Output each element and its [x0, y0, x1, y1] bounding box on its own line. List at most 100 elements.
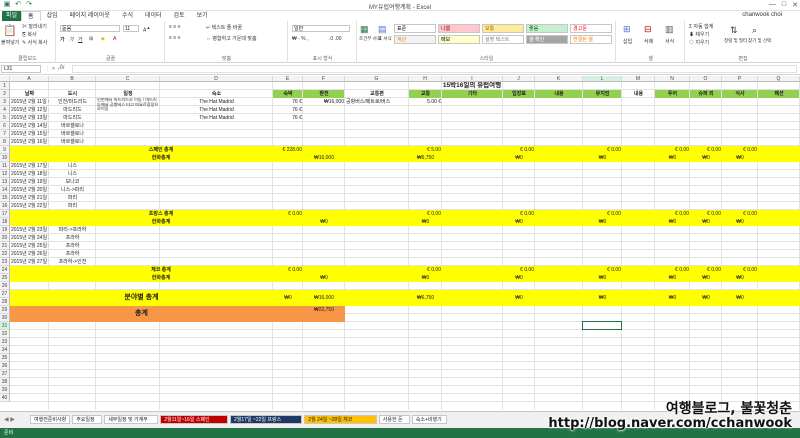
czech_total-super[interactable]: € 0.00: [690, 266, 722, 274]
rows_spain-hotel[interactable]: [160, 138, 273, 146]
formula-input[interactable]: [72, 65, 797, 73]
rows_spain-city[interactable]: 마드리드: [49, 106, 96, 114]
czech_total-lodging[interactable]: € 0.00: [273, 266, 303, 274]
row-header-20[interactable]: 20: [0, 234, 10, 242]
rows_spain-date[interactable]: 2015년 2월 14일 토요일: [10, 122, 49, 130]
sheet-tab-5[interactable]: 2월17일 ~22일 프랑스: [230, 415, 303, 424]
header-3[interactable]: 일정: [96, 90, 160, 98]
sheet-nav-arrows[interactable]: ◀ ▶: [4, 416, 15, 423]
cell-style-4[interactable]: 좋음: [526, 24, 568, 33]
spain_krw-label[interactable]: 한화총계: [49, 154, 273, 162]
row-header-4[interactable]: 4: [0, 106, 10, 114]
font-size-select[interactable]: 11: [123, 25, 139, 32]
format-cells-icon[interactable]: ▥: [665, 24, 674, 35]
header-13[interactable]: 내용: [622, 90, 655, 98]
rows_czech-city[interactable]: 프라하->인천: [49, 258, 96, 266]
header-8[interactable]: 교통: [409, 90, 442, 98]
france_krw-super[interactable]: ₩0: [690, 218, 722, 226]
france_krw-exchange[interactable]: ₩0: [303, 218, 345, 226]
rows_spain-hotel[interactable]: The Hat Madrid: [160, 106, 273, 114]
restore-button[interactable]: □: [782, 1, 786, 9]
czech_total-admission[interactable]: € 0.00: [503, 266, 535, 274]
spain_total-museum[interactable]: € 0.00: [583, 146, 622, 154]
tab-formulas[interactable]: 수식: [116, 11, 139, 21]
rows_france-city[interactable]: 니스: [49, 162, 96, 170]
grand-total-value[interactable]: ₩22,750: [303, 306, 345, 314]
align-center-icon[interactable]: ≡ ≡ ≡: [169, 35, 181, 41]
header-10[interactable]: 입장료: [503, 90, 535, 98]
rows_spain-hotel[interactable]: [160, 122, 273, 130]
row3-transport[interactable]: 5.00 €: [409, 98, 442, 114]
row-header-28[interactable]: 28: [0, 298, 10, 306]
header-15[interactable]: 슈퍼 외: [690, 90, 722, 98]
cell-style-7[interactable]: 메모: [438, 35, 480, 44]
rows_spain-lodging[interactable]: 76 €: [273, 106, 303, 114]
spain_krw-museum[interactable]: ₩0: [583, 154, 622, 162]
spain_total-tour[interactable]: € 0.00: [655, 146, 690, 154]
czech_krw-tour[interactable]: ₩0: [655, 274, 690, 282]
france_krw-admission[interactable]: ₩0: [503, 218, 535, 226]
row-header-6[interactable]: 6: [0, 122, 10, 130]
row-header-11[interactable]: 11: [0, 162, 10, 170]
france_krw-meal[interactable]: ₩0: [722, 218, 758, 226]
spain_krw-transport[interactable]: ₩6,750: [409, 154, 442, 162]
sheet-tab-4[interactable]: 2월11일~16일 스페인: [160, 415, 228, 424]
italic-icon[interactable]: 가: [69, 36, 74, 43]
row-header-18[interactable]: 18: [0, 218, 10, 226]
category-total-meal[interactable]: ₩0: [722, 290, 758, 306]
row-header-21[interactable]: 21: [0, 242, 10, 250]
rows_spain-lodging[interactable]: [273, 138, 303, 146]
category-total-lodging[interactable]: ₩0: [273, 290, 303, 306]
header-4[interactable]: 숙소: [160, 90, 273, 98]
column-header-n[interactable]: N: [655, 76, 690, 82]
delete-cells-button[interactable]: 삭제: [644, 38, 653, 45]
czech_total-transport[interactable]: € 0.00: [409, 266, 442, 274]
rows_france-date[interactable]: 2015년 2월 19일 목요일: [10, 178, 49, 186]
rows_france-date[interactable]: 2015년 2월 22일 일요일: [10, 202, 49, 210]
row3-transport-mode[interactable]: 공항버스/메트로/버스: [345, 98, 409, 114]
column-header-o[interactable]: O: [690, 76, 722, 82]
row-header-16[interactable]: 16: [0, 202, 10, 210]
cell-style-1[interactable]: 표준: [394, 24, 436, 33]
name-box[interactable]: L31: [1, 65, 41, 73]
row-header-33[interactable]: 33: [0, 338, 10, 346]
cut-button[interactable]: ✂ 잘라내기: [22, 23, 47, 30]
row-header-24[interactable]: 24: [0, 266, 10, 274]
rows_czech-city[interactable]: 프라하: [49, 242, 96, 250]
spain_krw-admission[interactable]: ₩0: [503, 154, 535, 162]
rows_france-city[interactable]: 니스: [49, 170, 96, 178]
column-header-b[interactable]: B: [49, 76, 96, 82]
rows_spain-lodging[interactable]: [273, 130, 303, 138]
fill-button[interactable]: ⬇ 채우기: [689, 31, 709, 38]
category-total-admission[interactable]: ₩0: [503, 290, 535, 306]
spain_total-admission[interactable]: € 0.00: [503, 146, 535, 154]
spain_krw-tour[interactable]: ₩0: [655, 154, 690, 162]
spain_total-transport[interactable]: € 5.00: [409, 146, 442, 154]
rows_czech-city[interactable]: 파리->프라하: [49, 226, 96, 234]
spain_total-label[interactable]: 스페인 총계: [49, 146, 273, 154]
row-header-23[interactable]: 23: [0, 258, 10, 266]
row-header-2[interactable]: 2: [0, 90, 10, 98]
table-format-icon[interactable]: ▤: [378, 24, 387, 35]
rows_czech-date[interactable]: 2015년 2월 24일 화요일: [10, 234, 49, 242]
rows_spain-hotel[interactable]: The Hat Madrid: [160, 114, 273, 122]
row-header-14[interactable]: 14: [0, 186, 10, 194]
find-select-icon[interactable]: ⌕: [752, 25, 757, 36]
row-header-31[interactable]: 31: [0, 322, 10, 330]
category-total-label[interactable]: 분야별 총계: [10, 290, 273, 306]
rows_spain-city[interactable]: 바르셀로나: [49, 130, 96, 138]
border-icon[interactable]: ⊞: [89, 36, 93, 42]
row-header-9[interactable]: 9: [0, 146, 10, 154]
sort-filter-button[interactable]: 정렬 및 필터: [724, 38, 747, 44]
wrap-text-button[interactable]: ↵ 텍스트 줄 바꿈: [206, 24, 242, 31]
delete-cells-icon[interactable]: ⊟: [644, 24, 652, 35]
rows_czech-date[interactable]: 2015년 2월 27일 금요일: [10, 258, 49, 266]
rows_spain-date[interactable]: 2015년 2월 15일 일요일: [10, 130, 49, 138]
header-14[interactable]: 투어: [655, 90, 690, 98]
france_total-label[interactable]: 프랑스 총계: [49, 210, 273, 218]
rows_france-city[interactable]: 니스->파리: [49, 186, 96, 194]
france_krw-museum[interactable]: ₩0: [583, 218, 622, 226]
category-total-museum[interactable]: ₩0: [583, 290, 622, 306]
rows_czech-date[interactable]: 2015년 2월 23일 월요일: [10, 226, 49, 234]
header-5[interactable]: 숙박: [273, 90, 303, 98]
